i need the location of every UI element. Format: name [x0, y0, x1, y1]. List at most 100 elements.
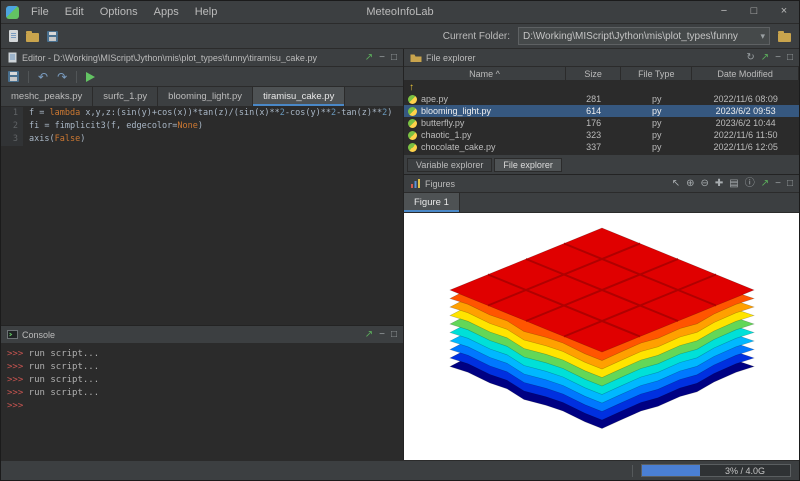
console-text: run script... — [23, 388, 99, 398]
close-button[interactable]: × — [769, 1, 799, 23]
console-panel-header: Console ↗ − □ — [1, 326, 403, 344]
save-script-icon[interactable] — [8, 71, 19, 82]
up-directory-icon[interactable]: ↑ — [404, 82, 414, 93]
tab-file-explorer[interactable]: File explorer — [494, 158, 562, 172]
python-file-icon — [408, 131, 417, 140]
file-modified-cell: 2023/6/2 09:53 — [692, 105, 799, 117]
file-row-blooming-light-py[interactable]: blooming_light.py614py2023/6/2 09:53 — [404, 105, 799, 117]
collapse-panel-icon[interactable]: − — [775, 179, 781, 189]
file-type-cell: py — [621, 141, 692, 153]
collapse-panel-icon[interactable]: − — [775, 53, 781, 63]
tiramisu-cake-plot — [407, 214, 797, 459]
console-panel-title: Console — [22, 330, 55, 340]
float-panel-icon[interactable]: ↗ — [761, 179, 769, 189]
file-row-chaotic-1-py[interactable]: chaotic_1.py323py2022/11/6 11:50 — [404, 129, 799, 141]
line-number: 3 — [1, 133, 23, 146]
menu-help[interactable]: Help — [187, 3, 226, 21]
column-header-date-modified[interactable]: Date Modified — [692, 67, 799, 80]
editor-tab-blooming-light-py[interactable]: blooming_light.py — [158, 87, 253, 106]
refresh-icon[interactable]: ↻ — [746, 53, 754, 63]
chevron-down-icon[interactable]: ▾ — [757, 31, 765, 42]
maximize-button[interactable]: □ — [739, 1, 769, 23]
title-bar: FileEditOptionsAppsHelp MeteoInfoLab − □… — [1, 1, 799, 23]
tab-variable-explorer[interactable]: Variable explorer — [407, 158, 492, 172]
editor-panel-icon — [7, 52, 18, 63]
new-file-icon[interactable] — [9, 30, 18, 42]
console-text: run script... — [23, 362, 99, 372]
redo-icon[interactable]: ↷ — [57, 71, 67, 83]
console-output[interactable]: >>> run script...>>> run script...>>> ru… — [1, 344, 403, 460]
zoom-in-icon[interactable]: ⊕ — [686, 179, 694, 189]
file-row-butterfly-py[interactable]: butterfly.py176py2023/6/2 10:44 — [404, 117, 799, 129]
code-line[interactable]: 3axis(False) — [1, 133, 403, 146]
editor-tab-bar: meshc_peaks.pysurfc_1.pyblooming_light.p… — [1, 87, 403, 107]
menu-options[interactable]: Options — [92, 3, 146, 21]
float-panel-icon[interactable]: ↗ — [365, 53, 373, 63]
column-header-file-type[interactable]: File Type — [621, 67, 692, 80]
menu-apps[interactable]: Apps — [146, 3, 187, 21]
file-modified-cell: 2022/11/6 08:09 — [692, 93, 799, 105]
code-line[interactable]: 1f = lambda x,y,z:(sin(y)+cos(x))*tan(z)… — [1, 107, 403, 120]
toolbar-separator — [28, 71, 29, 83]
console-panel-icon — [7, 329, 18, 340]
console-line: >>> run script... — [7, 374, 397, 387]
file-rows: ape.py281py2022/11/6 08:09blooming_light… — [404, 93, 799, 153]
file-table-header: Name ^SizeFile TypeDate Modified — [404, 67, 799, 81]
file-name-cell: chocolate_cake.py — [404, 141, 566, 153]
select-cursor-icon[interactable]: ↖ — [672, 179, 680, 189]
parent-directory-row[interactable]: ↑ — [404, 81, 799, 93]
file-modified-cell: 2022/11/6 11:50 — [692, 129, 799, 141]
app-logo-icon — [6, 6, 19, 19]
current-folder-input[interactable]: D:\Working\MIScript\Jython\mis\plot_type… — [518, 27, 770, 45]
main-toolbar: Current Folder: D:\Working\MIScript\Jyth… — [1, 23, 799, 49]
run-script-icon[interactable] — [86, 72, 95, 82]
folder-icon — [410, 53, 422, 63]
editor-tab-meshc-peaks-py[interactable]: meshc_peaks.py — [1, 87, 93, 106]
info-icon[interactable]: ⓘ — [745, 179, 755, 189]
zoom-out-icon[interactable]: ⊖ — [700, 179, 708, 189]
editor-tab-surfc-1-py[interactable]: surfc_1.py — [93, 87, 158, 106]
menu-file[interactable]: File — [23, 3, 57, 21]
python-file-icon — [408, 107, 417, 116]
line-number: 1 — [1, 107, 23, 120]
left-column: Editor - D:\Working\MIScript\Jython\mis\… — [1, 49, 404, 460]
file-row-ape-py[interactable]: ape.py281py2022/11/6 08:09 — [404, 93, 799, 105]
figures-panel-header: Figures ↖ ⊕ ⊖ ✚ ▤ ⓘ ↗−□ — [404, 175, 799, 193]
pan-icon[interactable]: ✚ — [715, 179, 723, 189]
collapse-panel-icon[interactable]: − — [379, 53, 385, 63]
minimize-button[interactable]: − — [709, 1, 739, 23]
console-line: >>> run script... — [7, 361, 397, 374]
menu-edit[interactable]: Edit — [57, 3, 92, 21]
figure-tab-figure-1[interactable]: Figure 1 — [404, 193, 460, 212]
editor-tab-tiramisu-cake-py[interactable]: tiramisu_cake.py — [253, 87, 345, 106]
collapse-panel-icon[interactable]: − — [379, 330, 385, 340]
editor-panel-title: Editor - D:\Working\MIScript\Jython\mis\… — [22, 53, 317, 63]
file-size-cell: 614 — [566, 105, 621, 117]
maximize-panel-icon[interactable]: □ — [391, 330, 397, 340]
figure-tab-bar: Figure 1 — [404, 193, 799, 213]
undo-icon[interactable]: ↶ — [38, 71, 48, 83]
save-file-icon[interactable] — [47, 31, 58, 42]
python-file-icon — [408, 119, 417, 128]
chart-icon — [410, 178, 421, 189]
column-header-size[interactable]: Size — [566, 67, 621, 80]
file-type-cell: py — [621, 93, 692, 105]
figures-panel-title: Figures — [425, 179, 455, 189]
browse-folder-icon[interactable] — [778, 33, 791, 42]
maximize-panel-icon[interactable]: □ — [787, 53, 793, 63]
maximize-panel-icon[interactable]: □ — [787, 179, 793, 189]
float-panel-icon[interactable]: ↗ — [761, 53, 769, 63]
float-panel-icon[interactable]: ↗ — [365, 330, 373, 340]
open-file-icon[interactable] — [26, 33, 39, 42]
maximize-panel-icon[interactable]: □ — [391, 53, 397, 63]
file-row-chocolate-cake-py[interactable]: chocolate_cake.py337py2022/11/6 12:05 — [404, 141, 799, 153]
code-editor[interactable]: 1f = lambda x,y,z:(sin(y)+cos(x))*tan(z)… — [1, 107, 403, 325]
figure-canvas[interactable] — [404, 213, 799, 460]
print-icon[interactable]: ▤ — [729, 179, 738, 189]
column-header-name[interactable]: Name ^ — [404, 67, 566, 80]
file-size-cell: 176 — [566, 117, 621, 129]
code-line[interactable]: 2fi = fimplicit3(f, edgecolor=None) — [1, 120, 403, 133]
file-size-cell: 337 — [566, 141, 621, 153]
file-type-cell: py — [621, 105, 692, 117]
editor-panel-header: Editor - D:\Working\MIScript\Jython\mis\… — [1, 49, 403, 67]
